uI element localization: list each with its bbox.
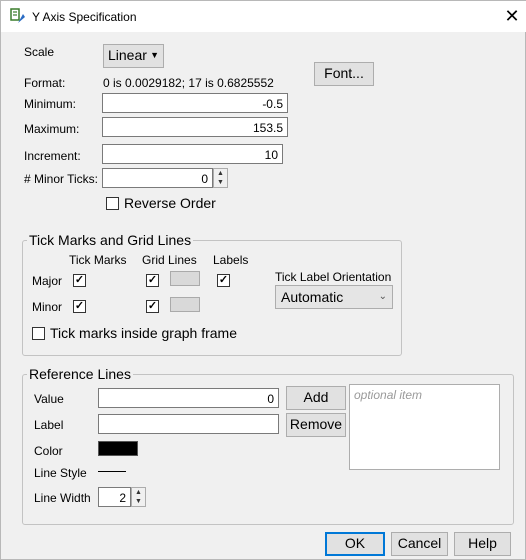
scale-value: Linear: [108, 47, 147, 63]
major-grid-color-swatch[interactable]: [170, 271, 200, 286]
minor-ticks-spinner[interactable]: ▲ ▼: [213, 168, 228, 188]
chevron-down-icon: ▼: [150, 50, 159, 60]
spin-up-icon[interactable]: ▲: [132, 488, 145, 497]
spin-down-icon[interactable]: ▼: [132, 497, 145, 506]
row-minor-label: Minor: [32, 300, 63, 314]
add-button[interactable]: Add: [286, 386, 346, 410]
reverse-order-label: Reverse Order: [124, 195, 216, 211]
spin-down-icon[interactable]: ▼: [214, 178, 227, 187]
major-tick-marks-checkbox[interactable]: ✓: [73, 274, 86, 287]
ref-value-label: Value: [34, 392, 64, 406]
ref-value-input[interactable]: 0: [98, 388, 279, 408]
y-axis-dialog: Y Axis Specification ✕ Scale Linear ▼ Fo…: [0, 0, 526, 560]
increment-input[interactable]: 10: [102, 144, 283, 164]
minimum-input[interactable]: -0.5: [102, 93, 288, 113]
reverse-order-checkbox[interactable]: [106, 197, 119, 210]
ref-color-label: Color: [34, 444, 63, 458]
format-label: Format:: [24, 76, 66, 90]
minor-grid-lines-checkbox[interactable]: ✓: [146, 300, 159, 313]
minor-tick-marks-checkbox[interactable]: ✓: [73, 300, 86, 313]
col-grid-lines: Grid Lines: [142, 253, 197, 267]
tick-marks-group-title: Tick Marks and Grid Lines: [27, 232, 194, 248]
reference-lines-group-title: Reference Lines: [27, 366, 133, 382]
maximum-label: Maximum:: [24, 122, 80, 136]
format-value: 0 is 0.0029182; 17 is 0.6825552: [103, 76, 274, 90]
help-button[interactable]: Help: [454, 532, 511, 556]
ref-label-label: Label: [34, 418, 64, 432]
spin-up-icon[interactable]: ▲: [214, 169, 227, 178]
chevron-down-icon: ⌄: [378, 291, 387, 302]
reference-lines-list[interactable]: optional item: [349, 384, 500, 470]
title-bar: Y Axis Specification ✕: [1, 1, 526, 32]
ref-label-input[interactable]: [98, 414, 279, 434]
ref-line-width-label: Line Width: [34, 491, 91, 505]
increment-label: Increment:: [24, 149, 81, 163]
scale-label: Scale: [24, 45, 55, 59]
app-icon: [10, 8, 26, 24]
list-placeholder: optional item: [354, 388, 423, 402]
ok-button[interactable]: OK: [325, 532, 385, 556]
tick-label-orientation-label: Tick Label Orientation: [275, 270, 392, 284]
line-style-sample[interactable]: [98, 471, 126, 472]
line-width-spinner[interactable]: ▲ ▼: [131, 487, 146, 507]
font-button[interactable]: Font...: [314, 62, 374, 86]
cancel-button[interactable]: Cancel: [391, 532, 448, 556]
col-labels: Labels: [213, 253, 249, 267]
orientation-value: Automatic: [281, 289, 344, 305]
inside-frame-checkbox[interactable]: [32, 327, 45, 340]
col-tick-marks: Tick Marks: [69, 253, 127, 267]
window-title: Y Axis Specification: [32, 10, 137, 24]
major-labels-checkbox[interactable]: ✓: [217, 274, 230, 287]
ref-color-swatch[interactable]: [98, 441, 138, 456]
major-grid-lines-checkbox[interactable]: ✓: [146, 274, 159, 287]
remove-button[interactable]: Remove: [286, 413, 346, 437]
row-major-label: Major: [32, 274, 63, 288]
minor-ticks-input[interactable]: 0: [102, 168, 213, 188]
tick-label-orientation-dropdown[interactable]: Automatic ⌄: [275, 285, 393, 309]
inside-frame-label: Tick marks inside graph frame: [50, 325, 237, 341]
scale-dropdown[interactable]: Linear ▼: [103, 44, 164, 68]
minor-ticks-label: # Minor Ticks:: [24, 172, 99, 186]
minor-grid-color-swatch[interactable]: [170, 297, 200, 312]
close-icon[interactable]: ✕: [501, 5, 523, 27]
ref-line-width-input[interactable]: 2: [98, 487, 131, 507]
maximum-input[interactable]: 153.5: [102, 117, 288, 137]
ref-line-style-label: Line Style: [34, 466, 87, 480]
minimum-label: Minimum:: [24, 97, 77, 111]
